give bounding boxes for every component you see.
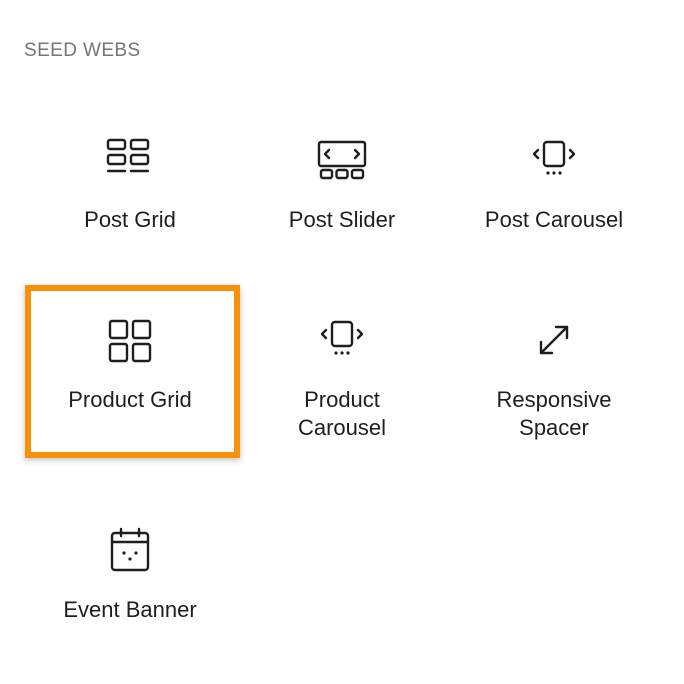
product-carousel-icon	[316, 314, 368, 366]
block-label: Post Slider	[288, 207, 396, 232]
block-post-slider[interactable]: Post Slider	[236, 134, 448, 234]
block-event-banner[interactable]: Event Banner	[24, 524, 236, 624]
block-responsive-spacer[interactable]: Responsive Spacer	[448, 314, 660, 442]
block-label: Post Carousel	[484, 207, 624, 232]
block-post-carousel[interactable]: Post Carousel	[448, 134, 660, 234]
product-grid-icon	[104, 314, 156, 366]
block-label: Responsive Spacer	[496, 387, 612, 440]
post-carousel-icon	[528, 134, 580, 186]
section-title: SEED WEBS	[24, 40, 141, 61]
block-product-grid[interactable]: Product Grid	[24, 314, 236, 414]
post-grid-icon	[104, 134, 156, 186]
block-label: Product Carousel	[297, 387, 387, 440]
block-label: Post Grid	[84, 207, 176, 232]
responsive-spacer-icon	[528, 314, 580, 366]
block-label: Event Banner	[63, 597, 197, 622]
block-post-grid[interactable]: Post Grid	[24, 134, 236, 234]
block-product-carousel[interactable]: Product Carousel	[236, 314, 448, 442]
block-label: Product Grid	[68, 387, 192, 412]
calendar-icon	[104, 524, 156, 576]
post-slider-icon	[316, 134, 368, 186]
